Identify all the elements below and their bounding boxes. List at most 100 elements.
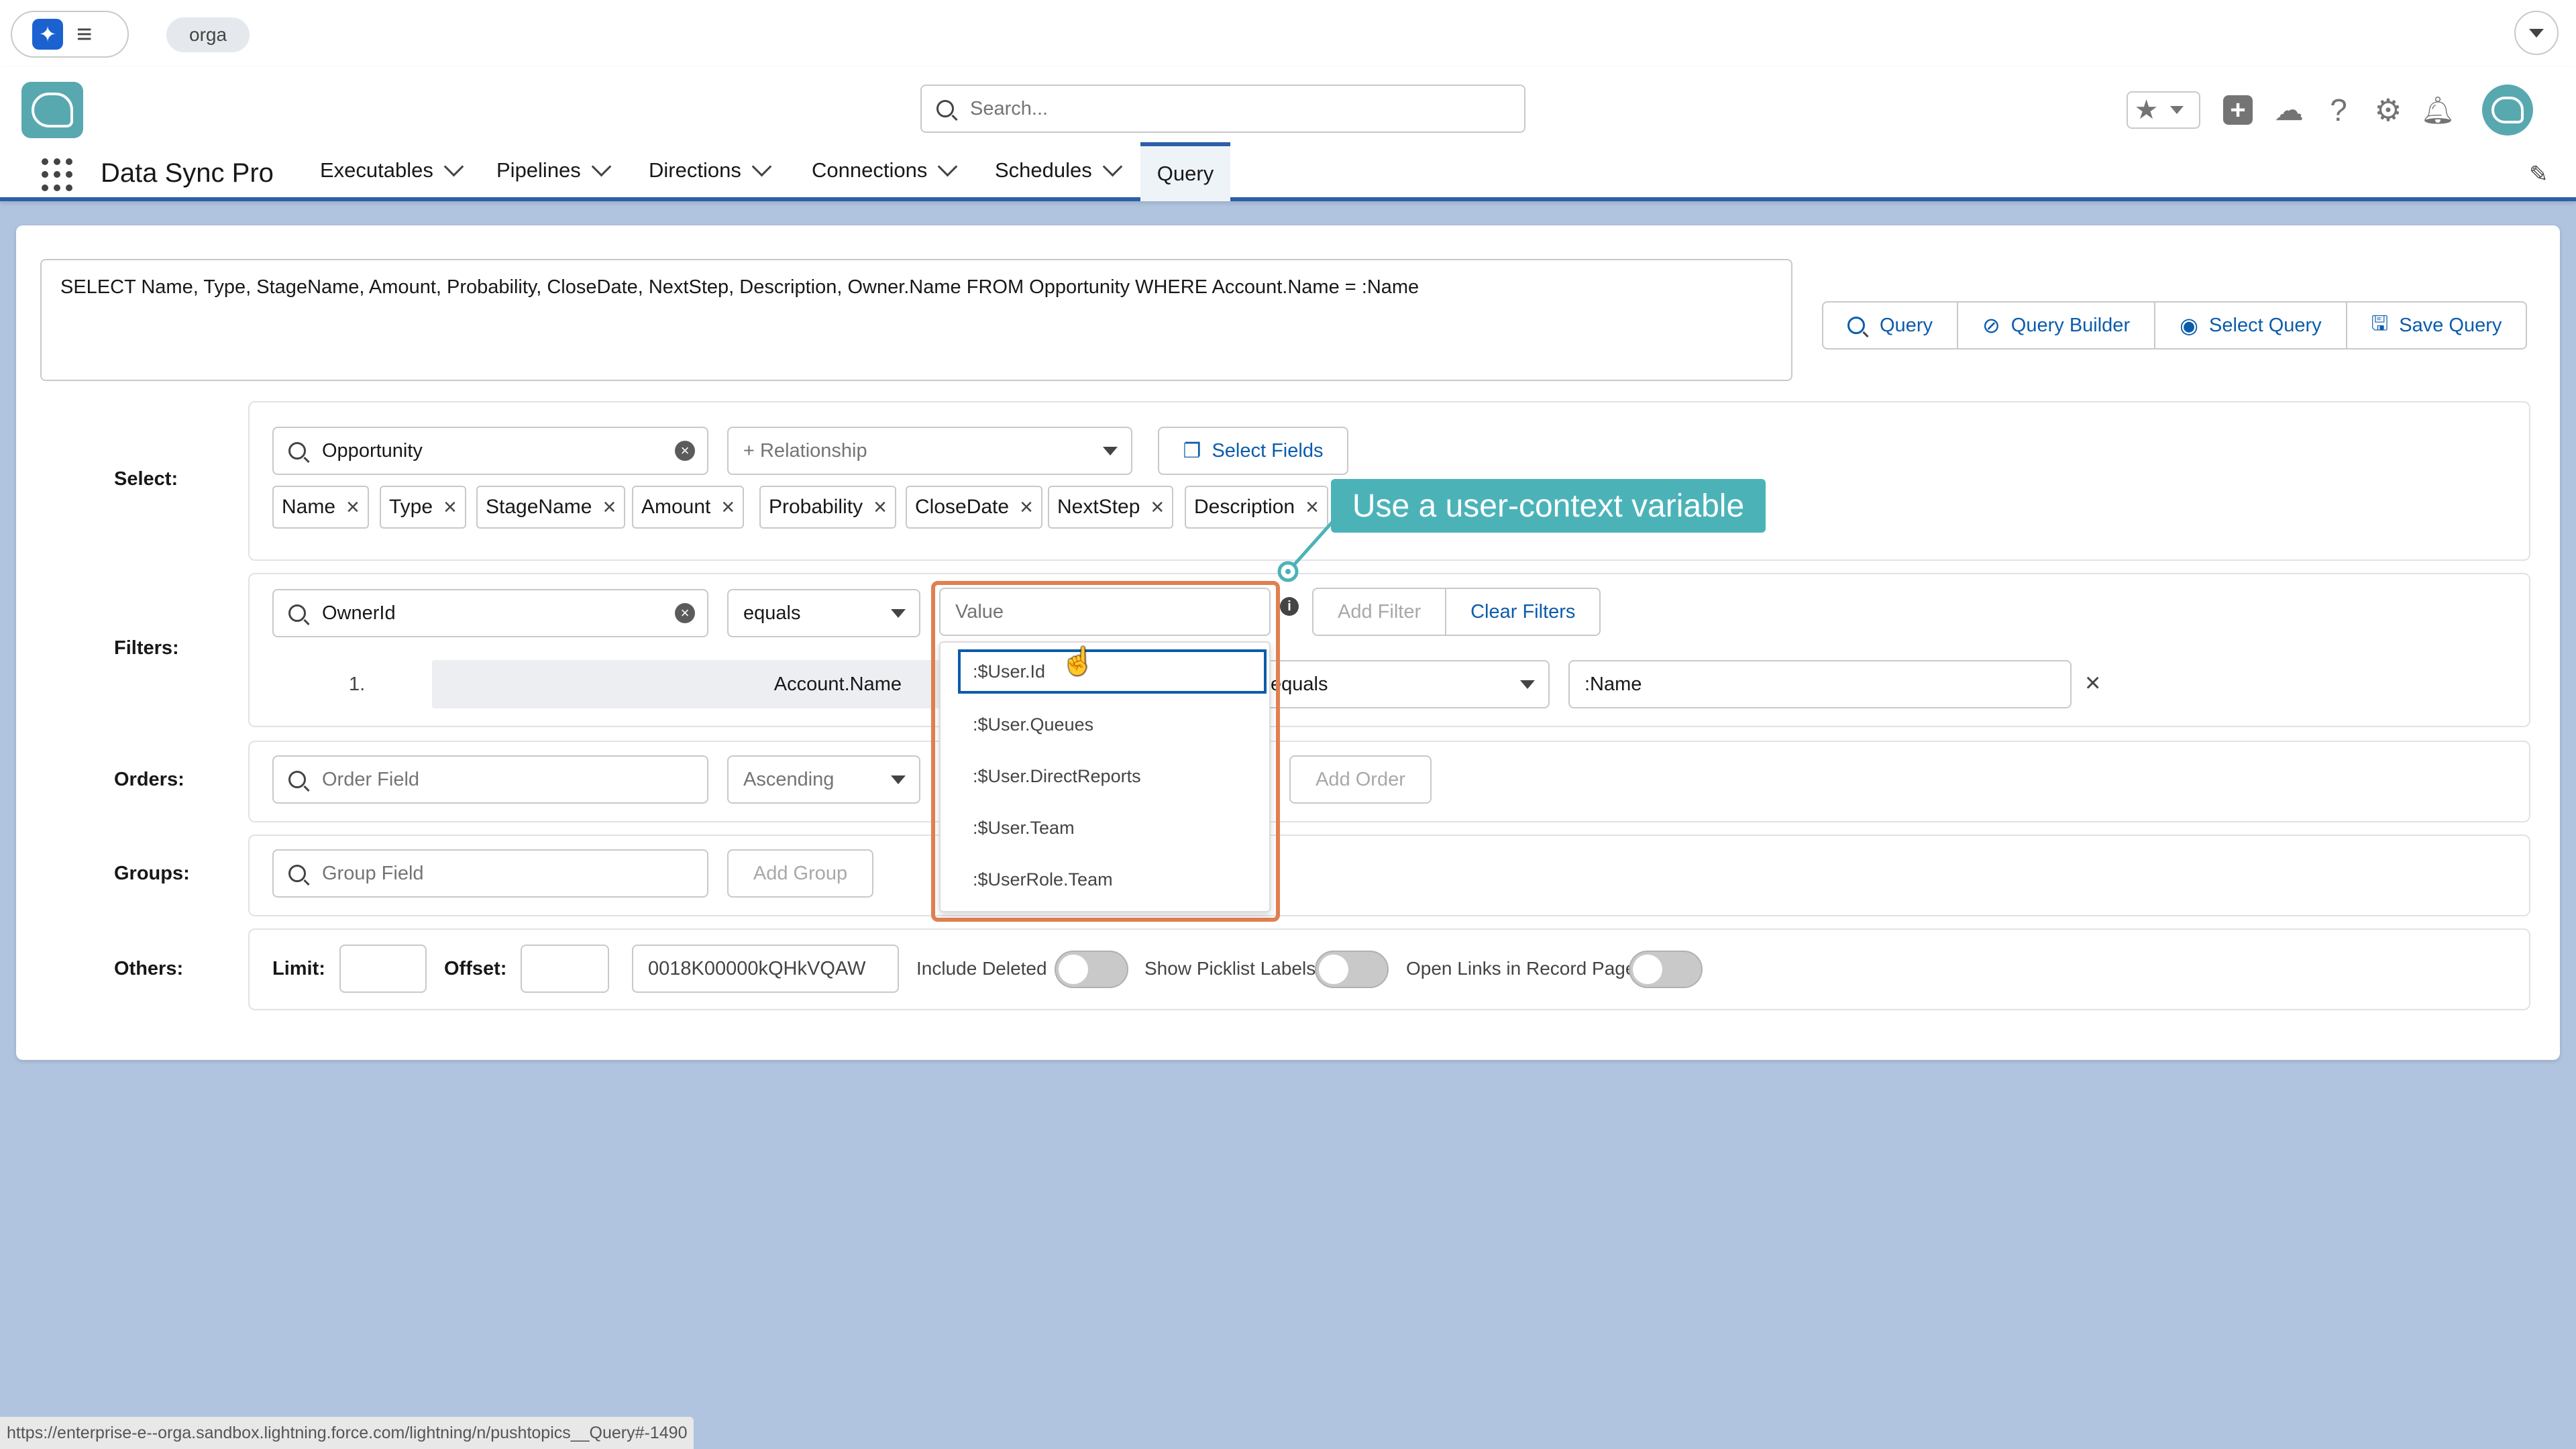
remove-icon[interactable]: ×: [602, 494, 616, 521]
chevron-down-icon[interactable]: [751, 156, 772, 176]
record-id-value: 0018K00000kQHkVQAW: [648, 957, 866, 979]
clear-icon[interactable]: ×: [675, 603, 695, 623]
org-pill-label: orga: [189, 24, 227, 45]
filter-index: 1.: [349, 674, 366, 695]
value-option-user-team[interactable]: :$User.Team: [958, 808, 1267, 848]
top-dropdown-button[interactable]: [2514, 11, 2559, 55]
remove-icon[interactable]: ×: [443, 494, 457, 521]
app-launcher-icon[interactable]: [42, 158, 75, 192]
order-field-input[interactable]: Order Field: [272, 755, 708, 804]
add-group-button[interactable]: Add Group: [727, 849, 873, 898]
clear-icon[interactable]: ×: [675, 441, 695, 461]
add-order-button[interactable]: Add Order: [1289, 755, 1432, 804]
select-query-button[interactable]: ◉ Select Query: [2155, 303, 2347, 348]
operator-value: equals: [743, 602, 801, 624]
show-picklist-labels-toggle[interactable]: [1315, 951, 1389, 988]
notifications-button[interactable]: 🔔︎: [2418, 90, 2458, 130]
add-group-label: Add Group: [753, 862, 848, 884]
filter-row-operator-select[interactable]: equals: [1241, 660, 1550, 708]
orders-label: Orders:: [114, 769, 184, 790]
remove-filter-icon[interactable]: ×: [2085, 668, 2100, 698]
target-icon: ◉: [2180, 313, 2199, 337]
query-builder-button[interactable]: ⊘ Query Builder: [1958, 303, 2156, 348]
order-direction-value: Ascending: [743, 768, 835, 790]
value-option-user-id[interactable]: :$User.Id: [958, 649, 1267, 694]
app-name: Data Sync Pro: [101, 158, 274, 188]
global-search-input[interactable]: Search...: [920, 85, 1525, 133]
order-direction-select[interactable]: Ascending: [727, 755, 920, 804]
pill-label: Type: [389, 496, 433, 518]
value-option-user-queues[interactable]: :$User.Queues: [958, 704, 1267, 745]
add-filter-button[interactable]: Add Filter: [1313, 589, 1447, 635]
limit-input[interactable]: [339, 945, 427, 993]
filter-value-input[interactable]: Value: [939, 588, 1271, 636]
favorites-button[interactable]: ★: [2127, 91, 2200, 129]
object-search-input[interactable]: Opportunity ×: [272, 427, 708, 475]
groups-label: Groups:: [114, 863, 190, 884]
others-label: Others:: [114, 958, 184, 979]
remove-icon[interactable]: ×: [1150, 494, 1164, 521]
record-id-input[interactable]: 0018K00000kQHkVQAW: [632, 945, 899, 993]
group-field-input[interactable]: Group Field: [272, 849, 708, 898]
remove-icon[interactable]: ×: [721, 494, 735, 521]
edit-nav-pencil-icon[interactable]: ✎: [2529, 161, 2548, 188]
value-option-user-directreports[interactable]: :$User.DirectReports: [958, 756, 1267, 796]
menu-icon: ≡: [76, 19, 93, 49]
help-button[interactable]: ?: [2318, 90, 2359, 130]
clear-filters-label: Clear Filters: [1470, 600, 1576, 623]
tab-pipelines[interactable]: Pipelines: [496, 156, 612, 182]
mouse-cursor-icon: ☝: [1061, 647, 1095, 676]
tab-directions[interactable]: Directions: [649, 156, 772, 182]
setup-button[interactable]: ⚙: [2368, 90, 2408, 130]
status-url: https://enterprise-e--orga.sandbox.light…: [0, 1417, 694, 1449]
remove-icon[interactable]: ×: [873, 494, 887, 521]
add-order-label: Add Order: [1316, 768, 1405, 790]
chevron-down-icon[interactable]: [591, 156, 612, 176]
field-pill-stagename: StageName ×: [476, 486, 626, 529]
relationship-select[interactable]: + Relationship: [727, 427, 1132, 475]
chevron-down-icon[interactable]: [443, 156, 464, 176]
global-create-button[interactable]: +: [2218, 90, 2258, 130]
filter-operator-select[interactable]: equals: [727, 589, 920, 637]
pill-label: Description: [1194, 496, 1295, 518]
trailhead-icon: ☁: [2274, 93, 2304, 127]
option-label: :$User.Queues: [973, 714, 1094, 735]
search-icon: [288, 771, 306, 788]
query-textarea[interactable]: SELECT Name, Type, StageName, Amount, Pr…: [40, 259, 1792, 381]
chevron-down-icon[interactable]: [937, 156, 958, 176]
clear-filters-button[interactable]: Clear Filters: [1446, 589, 1599, 635]
query-button[interactable]: Query: [1823, 303, 1958, 348]
filter-row-value-input[interactable]: :Name: [1568, 660, 2072, 708]
pill-label: Name: [282, 496, 336, 518]
select-fields-button[interactable]: ❐ Select Fields: [1158, 427, 1348, 475]
tab-executables[interactable]: Executables: [320, 156, 464, 182]
tab-schedules[interactable]: Schedules: [995, 156, 1123, 182]
filter-field-input[interactable]: OwnerId ×: [272, 589, 708, 637]
field-pill-probability: Probability ×: [759, 486, 896, 529]
open-links-toggle[interactable]: [1629, 951, 1703, 988]
star-icon: ★: [2134, 95, 2159, 125]
field-pill-type: Type ×: [380, 486, 466, 529]
filters-label: Filters:: [114, 637, 179, 659]
remove-icon[interactable]: ×: [346, 494, 360, 521]
relationship-placeholder: + Relationship: [743, 439, 867, 462]
app-launcher-pill[interactable]: ✦ ≡: [11, 11, 129, 58]
trailhead-button[interactable]: ☁: [2269, 90, 2309, 130]
tab-label: Schedules: [995, 158, 1092, 182]
object-value: Opportunity: [322, 439, 423, 462]
value-option-userrole-team[interactable]: :$UserRole.Team: [958, 859, 1267, 900]
save-query-button[interactable]: 🖫︎ Save Query: [2347, 303, 2526, 348]
remove-icon[interactable]: ×: [1020, 494, 1033, 521]
avatar[interactable]: [2482, 85, 2533, 136]
pill-label: Amount: [641, 496, 711, 518]
include-deleted-toggle[interactable]: [1055, 951, 1128, 988]
question-icon: ?: [2330, 93, 2347, 127]
tab-query[interactable]: Query: [1140, 142, 1230, 201]
org-pill[interactable]: orga: [166, 17, 250, 52]
chevron-down-icon[interactable]: [1102, 156, 1123, 176]
select-query-label: Select Query: [2209, 314, 2322, 336]
offset-input[interactable]: [521, 945, 609, 993]
tab-connections[interactable]: Connections: [812, 156, 958, 182]
filter-row-field-value: Account.Name: [773, 673, 902, 695]
query-builder-label: Query Builder: [2010, 314, 2131, 336]
